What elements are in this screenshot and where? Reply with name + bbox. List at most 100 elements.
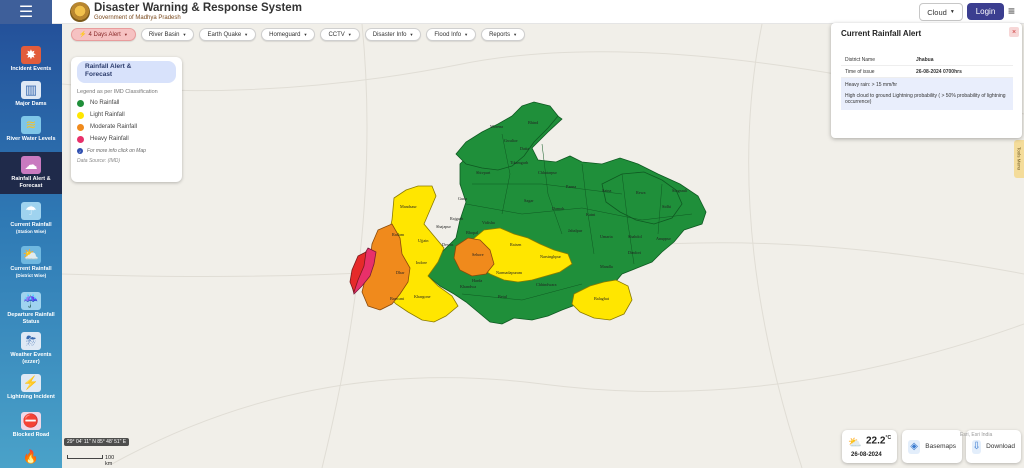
filter-label: Disaster Info [372,31,407,38]
map-label: Jabalpur [568,228,583,233]
sidebar-item-label: Departure Rainfall [7,312,55,318]
filter-reports[interactable]: Reports ▼ [481,28,526,41]
sidebar-item-current-rainfall-station[interactable]: ☂ Current Rainfall (Station Wise) [0,202,62,238]
filter-label: 4 Days Alert [88,31,121,38]
map-label: Dewas [442,242,454,247]
sidebar-item-major-dams[interactable]: ▥ Major Dams [0,81,62,107]
filter-label: River Basin [148,31,180,38]
map-label: Mandsaur [400,204,417,209]
rain-station-icon: ☂ [21,202,41,220]
login-button[interactable]: Login [967,3,1004,20]
sidebar-item-rainfall-alert[interactable]: ☁ Rainfall Alert & Forecast [0,152,62,194]
map-label: Harda [472,278,482,283]
map-legend: Rainfall Alert & Forecast Legend as per … [71,57,182,182]
map-label: Indore [416,260,427,265]
filter-cctv[interactable]: CCTV ▼ [320,28,360,41]
caret-down-icon: ▼ [347,32,352,37]
alert-message: Heavy rain: > 15 mm/hr High cloud to gro… [841,78,1013,110]
cloud-dropdown[interactable]: Cloud ▼ [919,3,963,21]
alert-line-1: Heavy rain: > 15 mm/hr [845,82,898,88]
weather-date: 26-08-2024 [851,452,882,458]
sidebar-item-weather-events[interactable]: ⛈ Weather Events (ezzer) [0,332,62,368]
sidebar-item-blocked-road[interactable]: ⛔ Blocked Road [0,412,62,440]
map-label: Shahdol [628,234,643,239]
legend-item-label: Light Rainfall [90,112,125,118]
caret-down-icon: ▼ [513,32,518,37]
departure-icon: ☔ [21,292,41,310]
basemaps-label: Basemaps [925,443,956,450]
map-label: Morena [490,124,503,129]
map-label: Rajgarh [450,216,464,221]
map-label: Singrauli [672,188,688,193]
water-level-icon: ≋ [21,116,41,134]
green-dot-icon [77,99,84,107]
filter-disaster-info[interactable]: Disaster Info ▼ [364,28,422,41]
legend-source: Data Source: (IMD) [77,158,121,164]
sidebar-item-incident-events[interactable]: ✸ Incident Events [0,46,62,72]
map-label: Umaria [600,234,613,239]
basemaps-button[interactable]: ◈ Basemaps [902,430,962,463]
map-label: Ratlam [392,232,405,237]
map-label: Shivpuri [476,170,491,175]
rain-cloud-icon: ☁ [21,156,41,174]
tools-menu-tab[interactable]: Tools Menu [1014,140,1024,178]
filter-label: Flood Info [434,31,462,38]
caret-down-icon: ▼ [464,32,469,37]
app-title-block: Disaster Warning & Response System Gover… [94,2,302,22]
sidebar-item-current-rainfall-district[interactable]: ⛅ Current Rainfall (District Wise) [0,246,62,282]
sidebar-item-departure-rainfall[interactable]: ☔ Departure Rainfall Status [0,292,62,328]
filter-4-days-alert[interactable]: ⚡ 4 Days Alert ▼ [71,28,136,41]
legend-item-light-rainfall: Light Rainfall [77,111,176,119]
alert-key: Time of issue [845,68,875,75]
map-label: Sidhi [662,204,672,209]
weather-widget[interactable]: ⛅ 22.2°C 26-08-2024 [842,430,897,463]
alert-row-district: District Name Jhabua [841,54,1013,66]
sidebar-item-lightning-incident[interactable]: ⚡ Lightning Incident [0,374,62,402]
close-icon[interactable]: × [1009,27,1019,37]
map-label: Raisen [510,242,522,247]
bolt-icon: ⚡ [79,32,87,38]
sidebar-item-label: River Water Levels [6,136,56,142]
map-label: Anuppur [656,236,671,241]
map-label: Narsinghpur [540,254,562,259]
alert-value: Jhabua [916,56,934,63]
alert-value: 26-08-2024 0700hrs [916,68,962,75]
legend-title-line1: Rainfall Alert & [85,63,132,70]
caret-down-icon: ▼ [244,32,249,37]
rain-district-icon: ⛅ [21,246,41,264]
menu-icon[interactable]: ≡ [1008,4,1015,18]
sidebar-item-label: Incident Events [10,66,52,72]
map-label: Sehore [472,252,484,257]
sidebar-item-sublabel: (District Wise) [15,273,47,278]
map-label: Sagar [524,198,534,203]
caret-down-icon: ▼ [123,32,128,37]
info-icon: i [77,148,83,154]
legend-item-label: Heavy Rainfall [90,136,129,142]
filter-label: Earth Quake [207,31,242,38]
legend-item-label: Moderate Rainfall [90,124,138,130]
caret-down-icon: ▼ [182,32,187,37]
sidebar-item-river-water-levels[interactable]: ≋ River Water Levels [0,116,62,142]
filter-river-basin[interactable]: River Basin ▼ [140,28,195,41]
sidebar-item-sublabel: (Station Wise) [16,229,46,234]
sidebar-item-fire[interactable]: 🔥 [0,448,62,466]
map-label: Datia [520,146,529,151]
scale-label: 100 km [105,455,115,467]
map-label: Khargone [414,294,431,299]
fire-icon: 🔥 [22,449,40,464]
filter-label: Reports [489,31,511,38]
weather-icon: ⛈ [21,332,41,350]
sidebar-toggle-icon[interactable]: ☰ [0,0,52,24]
app-subtitle: Government of Madhya Pradesh [94,15,181,21]
sidebar-item-sublabel: Forecast [19,183,43,189]
map-label: Rewa [636,190,646,195]
scale-bar-line [67,455,103,459]
map-label: Gwalior [504,138,518,143]
filter-label: Homeguard [269,31,301,38]
filter-flood-info[interactable]: Flood Info ▼ [426,28,477,41]
filter-homeguard[interactable]: Homeguard ▼ [261,28,316,41]
legend-item-moderate-rainfall: Moderate Rainfall [77,123,176,131]
legend-info: i For more info click on Map [77,148,176,154]
filter-earth-quake[interactable]: Earth Quake ▼ [199,28,257,41]
temperature-value: 22.2 [866,435,886,447]
